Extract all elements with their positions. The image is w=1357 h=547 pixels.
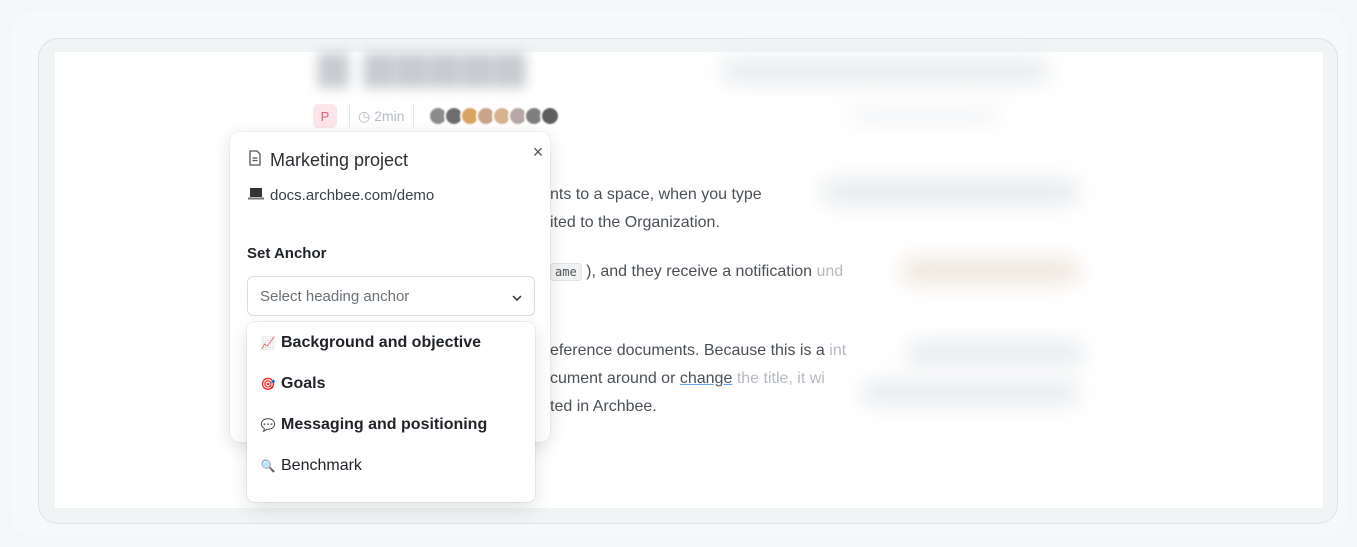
line-text: eference documents. Because this is a [550, 342, 825, 359]
menu-item-background-and-objective[interactable]: 📈 Background and objective [259, 334, 482, 352]
avatar [539, 106, 560, 126]
paragraph-line: nts to a space, when you type [550, 186, 762, 204]
menu-item-label: Messaging and positioning [281, 416, 488, 433]
line-fade-text: it wi [797, 370, 825, 387]
blurred-line-strip [860, 380, 1080, 406]
line-text: ), and they receive a notification [586, 263, 813, 280]
close-icon[interactable]: × [528, 142, 548, 162]
paragraph-line: cument around or change the title, it wi [550, 370, 825, 388]
popover-url-text[interactable]: docs.archbee.com/demo [270, 187, 434, 204]
popover-url: docs.archbee.com/demo [248, 187, 434, 204]
blurred-header-strip [720, 58, 1050, 84]
blurred-line-strip [900, 258, 1080, 284]
speech-bubble-icon: 💬 [260, 418, 276, 432]
page-title-blurred: ▆ ▆▆▆▆▆ [318, 43, 528, 87]
paragraph-line: eference documents. Because this is a in… [550, 342, 846, 360]
document-icon [248, 150, 262, 171]
paragraph-line: ited to the Organization. [550, 214, 720, 232]
menu-item-label: Benchmark [281, 457, 362, 474]
blurred-line-strip [905, 340, 1085, 366]
clock-icon: ◷ [358, 107, 371, 124]
line-fade-text: int [829, 342, 847, 359]
menu-item-label: Goals [281, 375, 326, 392]
read-time-label: 2min [374, 108, 405, 124]
popover-title-text: Marketing project [270, 150, 409, 170]
line-text: ted in Archbee. [550, 398, 657, 415]
target-icon: 🎯 [260, 377, 276, 391]
line-fade-text: the title, [736, 370, 793, 387]
contributors-avatars[interactable] [427, 106, 560, 126]
heading-anchor-select[interactable]: Select heading anchor [247, 276, 535, 316]
menu-item-goals[interactable]: 🎯 Goals [259, 375, 326, 393]
paragraph-line: ted in Archbee. [550, 398, 657, 416]
line-text: ited to the Organization. [550, 214, 720, 231]
menu-item-benchmark[interactable]: 🔍 Benchmark [259, 457, 362, 475]
menu-item-messaging-and-positioning[interactable]: 💬 Messaging and positioning [259, 416, 488, 434]
line-text: cument around or [550, 370, 676, 387]
line-text: nts to a space, when you type [550, 186, 762, 203]
select-placeholder: Select heading anchor [260, 287, 410, 305]
document-meta-row: P ◷ 2min [313, 103, 560, 129]
blurred-line-strip [820, 178, 1080, 206]
chevron-down-icon [512, 288, 522, 305]
inline-link[interactable]: change [680, 370, 733, 387]
inline-code: ame [550, 263, 582, 281]
magnifier-icon: 🔍 [260, 459, 276, 473]
chart-icon: 📈 [260, 336, 276, 350]
space-badge: P [313, 104, 337, 128]
menu-item-label: Background and objective [281, 334, 482, 351]
blurred-meta-strip [850, 105, 1000, 125]
paragraph-line: ame ), and they receive a notification u… [550, 263, 843, 281]
read-time: ◷ 2min [349, 104, 414, 128]
laptop-icon [248, 187, 264, 204]
popover-title: Marketing project [248, 150, 408, 171]
set-anchor-label: Set Anchor [247, 245, 327, 262]
line-fade-text: und [816, 263, 844, 280]
